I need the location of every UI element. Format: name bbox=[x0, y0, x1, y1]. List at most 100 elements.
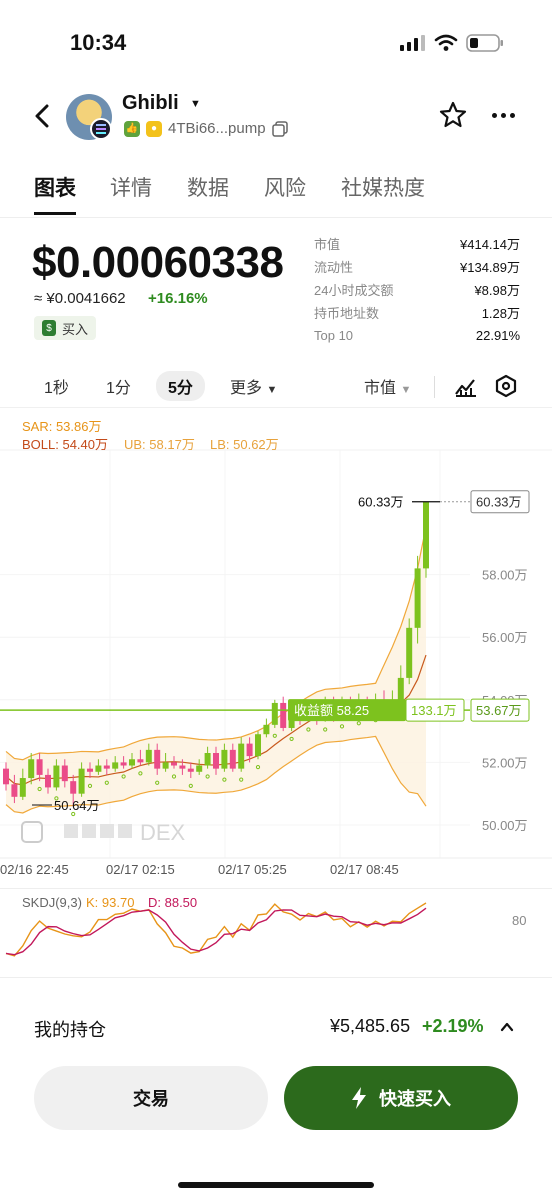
candle bbox=[271, 702, 278, 725]
candle bbox=[61, 765, 68, 782]
chevron-up-icon[interactable] bbox=[500, 1020, 514, 1034]
holding-value: ¥5,485.65 bbox=[330, 1016, 411, 1036]
y-tick-label: 52.00万 bbox=[482, 755, 528, 770]
tab-chart[interactable]: 图表 bbox=[34, 172, 76, 202]
tab-social[interactable]: 社媒热度 bbox=[341, 172, 425, 202]
signal-icon bbox=[400, 35, 425, 51]
chevron-left-icon bbox=[35, 104, 49, 128]
copy-icon[interactable] bbox=[271, 120, 288, 137]
stat-label: 市值 bbox=[314, 237, 341, 252]
boll-ub-label: UB: 58.17万 bbox=[124, 437, 195, 452]
tab-details[interactable]: 详情 bbox=[110, 172, 152, 202]
buy-tag-label: 买入 bbox=[62, 321, 89, 337]
metric-dropdown[interactable]: 市值 ▼ bbox=[364, 374, 411, 398]
favorite-star-icon[interactable] bbox=[438, 100, 468, 130]
candle bbox=[229, 749, 236, 769]
boll-lb-label: LB: 50.62万 bbox=[210, 437, 279, 452]
stat-row: 流动性 ¥134.89万 bbox=[314, 255, 520, 278]
candle bbox=[11, 784, 18, 797]
last-price-label: 60.33万 bbox=[476, 495, 522, 510]
back-button[interactable] bbox=[28, 100, 56, 132]
candle bbox=[162, 762, 169, 769]
stat-label: 流动性 bbox=[314, 260, 354, 275]
money-bag-icon: $ bbox=[42, 320, 56, 336]
stat-value: ¥414.14万 bbox=[460, 237, 520, 252]
interval-more-label: 更多 bbox=[230, 380, 263, 397]
caret-down-icon: ▼ bbox=[266, 384, 278, 396]
candle bbox=[137, 759, 144, 763]
interval-1m[interactable]: 1分 bbox=[106, 374, 131, 398]
candle bbox=[263, 724, 270, 735]
my-holding[interactable]: 我的持仓 ¥5,485.65 +2.19% bbox=[0, 1010, 552, 1050]
interval-5m[interactable]: 5分 bbox=[156, 371, 205, 401]
price-change: +16.16% bbox=[148, 290, 208, 307]
candle bbox=[187, 768, 194, 772]
token-meta: 👍 ● 4TBi66...pump bbox=[124, 120, 288, 137]
candle bbox=[95, 765, 102, 772]
price-cny: ≈ ¥0.0041662 bbox=[34, 290, 126, 307]
interval-1s[interactable]: 1秒 bbox=[44, 374, 69, 398]
candle bbox=[3, 768, 9, 785]
tab-risk[interactable]: 风险 bbox=[264, 172, 306, 202]
x-tick-label: 02/17 05:25 bbox=[218, 862, 287, 877]
x-tick-label: 02/17 02:15 bbox=[106, 862, 175, 877]
holding-label: 我的持仓 bbox=[34, 1020, 106, 1040]
candle bbox=[154, 749, 161, 769]
position-amount: 133.1万 bbox=[411, 703, 457, 718]
candle bbox=[103, 765, 110, 769]
sar-label: SAR: 53.86万 bbox=[22, 419, 102, 434]
indicator-chart-icon[interactable] bbox=[454, 374, 478, 398]
candle bbox=[129, 759, 135, 766]
holding-change: +2.19% bbox=[422, 1016, 484, 1036]
lightning-icon bbox=[352, 1087, 366, 1109]
token-header: Ghibli ▼ 👍 ● 4TBi66...pump bbox=[0, 88, 552, 148]
candle bbox=[28, 759, 35, 779]
skdj-chart bbox=[5, 902, 427, 957]
status-time: 10:34 bbox=[70, 30, 127, 55]
candle bbox=[280, 702, 287, 728]
y-tick-label: 56.00万 bbox=[482, 630, 528, 645]
stat-value: 22.91% bbox=[475, 328, 520, 343]
candle bbox=[78, 768, 85, 794]
price-chart[interactable]: 58.00万56.00万54.00万52.00万50.00万收益额 58.251… bbox=[0, 410, 552, 890]
buy-tag[interactable]: $ 买入 bbox=[34, 316, 97, 340]
trade-button[interactable]: 交易 bbox=[34, 1066, 268, 1130]
candle bbox=[87, 768, 93, 772]
metric-label: 市值 bbox=[364, 380, 397, 397]
candle bbox=[179, 765, 186, 769]
status-icons bbox=[400, 34, 504, 52]
y-tick-label: 50.00万 bbox=[482, 818, 528, 833]
interval-more-dropdown[interactable]: 更多 ▼ bbox=[230, 374, 277, 398]
candle bbox=[36, 759, 43, 775]
candle bbox=[423, 501, 429, 569]
status-bar: 10:34 bbox=[0, 0, 552, 80]
skdj-panel: SKDJ(9,3) K: 93.70 D: 88.50 80 bbox=[0, 888, 552, 978]
settings-hex-icon[interactable] bbox=[494, 374, 518, 398]
interval-selector: 1秒 1分 5分 更多 ▼ 市值 ▼ bbox=[0, 366, 552, 408]
boll-label: BOLL: 54.40万 bbox=[22, 437, 108, 452]
watermark-text: DEX bbox=[140, 820, 186, 845]
candle bbox=[19, 778, 26, 797]
position-price-label: 53.67万 bbox=[476, 703, 522, 718]
contract-address: 4TBi66...pump bbox=[168, 120, 266, 137]
stat-row: Top 10 22.91% bbox=[314, 324, 520, 347]
stat-value: ¥134.89万 bbox=[460, 260, 520, 275]
candle bbox=[120, 762, 127, 766]
caret-down-icon[interactable]: ▼ bbox=[190, 98, 201, 110]
home-indicator bbox=[178, 1182, 374, 1188]
quick-buy-button[interactable]: 快速买入 bbox=[284, 1066, 518, 1130]
position-pnl-label: 收益额 58.25 bbox=[294, 703, 369, 718]
stat-row: 24小时成交额 ¥8.98万 bbox=[314, 278, 520, 301]
watermark-logo bbox=[82, 824, 96, 838]
stat-label: 持币地址数 bbox=[314, 306, 380, 321]
trade-button-label: 交易 bbox=[133, 1089, 169, 1109]
battery-icon bbox=[466, 34, 503, 52]
more-options-button[interactable] bbox=[488, 100, 518, 130]
token-name[interactable]: Ghibli bbox=[122, 92, 179, 115]
active-tab-indicator bbox=[34, 212, 76, 215]
candle bbox=[196, 765, 203, 772]
candle bbox=[221, 749, 228, 769]
high-price-label: 60.33万 bbox=[358, 495, 404, 510]
tab-data[interactable]: 数据 bbox=[187, 172, 229, 202]
price-usd: $0.00060338 bbox=[32, 238, 284, 287]
